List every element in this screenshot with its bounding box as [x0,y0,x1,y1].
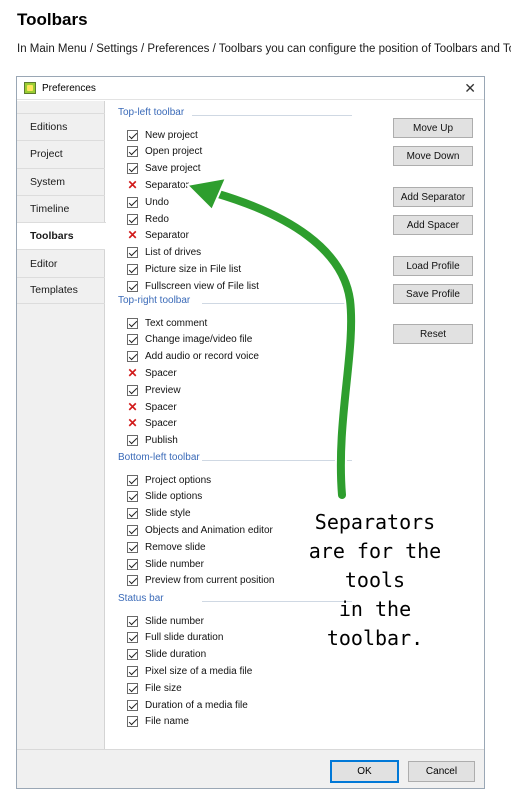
annotation-text: Separators are for the tools in the tool… [308,510,442,650]
arrow-shaft-green [211,189,356,499]
green-arrow-annotation [186,177,358,501]
arrow-shaft [209,187,358,501]
